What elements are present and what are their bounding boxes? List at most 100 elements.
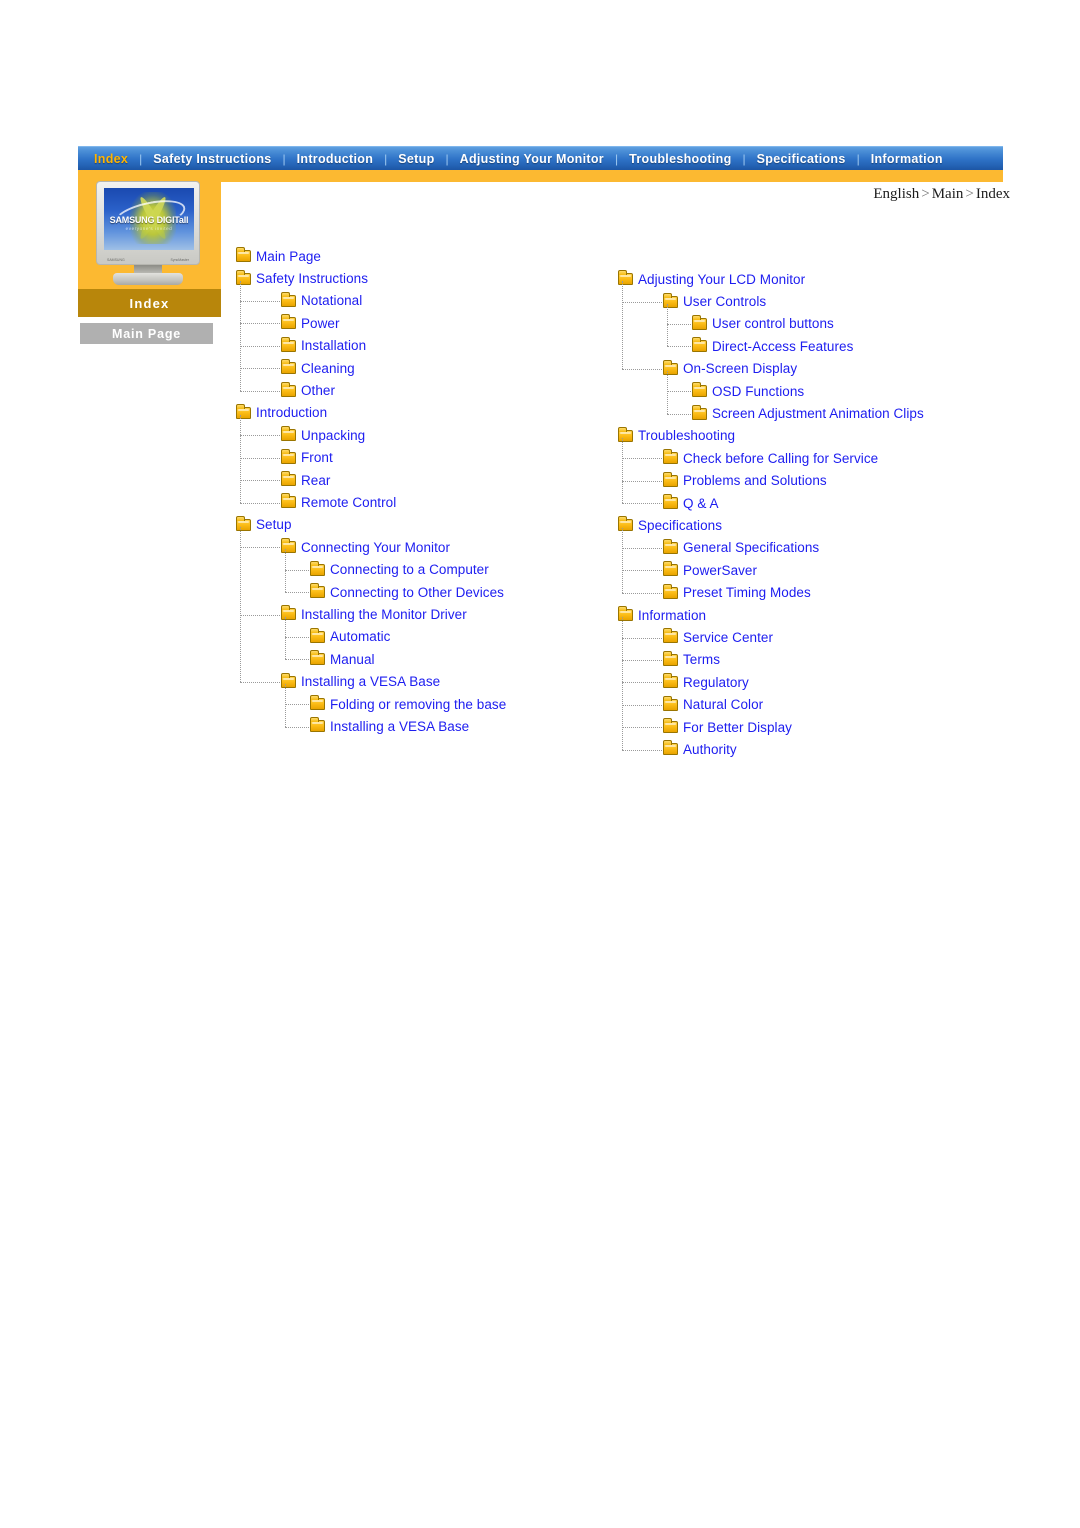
tree-item-label[interactable]: Terms [683, 652, 720, 667]
tree-item[interactable]: PowerSaver [618, 559, 1018, 581]
tree-item-label[interactable]: Power [301, 316, 340, 331]
main-page-button[interactable]: Main Page [80, 323, 213, 344]
tree-item[interactable]: General Specifications [618, 537, 1018, 559]
tree-item-label[interactable]: Safety Instructions [256, 271, 368, 286]
tree-item-label[interactable]: Installing a VESA Base [330, 719, 469, 734]
monitor-product-image: SAMSUNG DIGITall everyone's invited SAMS… [89, 181, 207, 289]
tree-item[interactable]: Troubleshooting [618, 425, 1018, 447]
tree-item-label[interactable]: Other [301, 383, 335, 398]
tree-item[interactable]: Check before Calling for Service [618, 447, 1018, 469]
tree-item[interactable]: Service Center [618, 626, 1018, 648]
tree-item-label[interactable]: Authority [683, 742, 737, 757]
tree-item-label[interactable]: Rear [301, 473, 330, 488]
tree-item[interactable]: Adjusting Your LCD Monitor [618, 268, 1018, 290]
tree-item[interactable]: Cleaning [236, 357, 616, 379]
tree-item-label[interactable]: Cleaning [301, 361, 355, 376]
nav-item-setup[interactable]: Setup [388, 148, 444, 170]
tree-item[interactable]: Other [236, 379, 616, 401]
nav-item-introduction[interactable]: Introduction [287, 148, 384, 170]
tree-item[interactable]: Regulatory [618, 671, 1018, 693]
tree-item-label[interactable]: Preset Timing Modes [683, 585, 811, 600]
tree-item[interactable]: Installing a VESA Base [236, 670, 616, 692]
tree-connector-horizontal [622, 301, 662, 303]
tree-item-label[interactable]: Notational [301, 293, 362, 308]
monitor-neck [134, 265, 162, 273]
tree-item-label[interactable]: User control buttons [712, 316, 834, 331]
tree-item-label[interactable]: Regulatory [683, 675, 749, 690]
tree-item[interactable]: Installation [236, 335, 616, 357]
tree-item[interactable]: Rear [236, 469, 616, 491]
tree-item-label[interactable]: Information [638, 608, 706, 623]
tree-item[interactable]: Main Page [236, 245, 616, 267]
tree-item[interactable]: Front [236, 447, 616, 469]
tree-item[interactable]: Power [236, 312, 616, 334]
tree-item-label[interactable]: Front [301, 450, 333, 465]
tree-item-label[interactable]: Screen Adjustment Animation Clips [712, 406, 924, 421]
folder-icon [281, 471, 296, 487]
tree-item-label[interactable]: Installing the Monitor Driver [301, 607, 467, 622]
tree-item-label[interactable]: OSD Functions [712, 384, 804, 399]
tree-item[interactable]: Information [618, 604, 1018, 626]
tree-item-label[interactable]: Service Center [683, 630, 773, 645]
tree-item[interactable]: Preset Timing Modes [618, 581, 1018, 603]
folder-icon [310, 560, 325, 576]
index-tree-left-column: Main Page Safety Instructions Notational Po… [236, 245, 616, 738]
tree-item[interactable]: Installing the Monitor Driver [236, 603, 616, 625]
tree-item-label[interactable]: Connecting to Other Devices [330, 585, 504, 600]
tree-item[interactable]: User Controls [618, 290, 1018, 312]
tree-item-label[interactable]: On-Screen Display [683, 361, 797, 376]
tree-item-label[interactable]: Adjusting Your LCD Monitor [638, 272, 805, 287]
tree-item-label[interactable]: User Controls [683, 294, 766, 309]
tree-item-label[interactable]: Check before Calling for Service [683, 451, 878, 466]
tree-item[interactable]: Q & A [618, 492, 1018, 514]
tree-item[interactable]: For Better Display [618, 716, 1018, 738]
tree-item-label[interactable]: Manual [330, 652, 375, 667]
tree-item-label[interactable]: Problems and Solutions [683, 473, 827, 488]
samsung-tagline-text: everyone's invited [125, 226, 173, 231]
tree-item-label[interactable]: For Better Display [683, 720, 792, 735]
samsung-logo-text: SAMSUNG DIGITall [109, 215, 189, 225]
folder-icon [663, 740, 678, 756]
tree-item-label[interactable]: Setup [256, 517, 292, 532]
tree-item-label[interactable]: Direct-Access Features [712, 339, 853, 354]
tree-item-label[interactable]: Troubleshooting [638, 428, 735, 443]
folder-icon [310, 627, 325, 643]
tree-item[interactable]: Authority [618, 738, 1018, 760]
tree-item-label[interactable]: Folding or removing the base [330, 697, 506, 712]
tree-item-label[interactable]: Connecting to a Computer [330, 562, 489, 577]
tree-item-label[interactable]: Introduction [256, 405, 327, 420]
tree-item-label[interactable]: Automatic [330, 629, 390, 644]
tree-item-label[interactable]: Installing a VESA Base [301, 674, 440, 689]
nav-item-index[interactable]: Index [84, 148, 138, 170]
tree-item-label[interactable]: Q & A [683, 496, 719, 511]
monitor-bezel: SAMSUNG DIGITall everyone's invited SAMS… [96, 181, 200, 265]
tree-item[interactable]: On-Screen Display [618, 358, 1018, 380]
tree-item[interactable]: Specifications [618, 514, 1018, 536]
nav-item-troubleshooting[interactable]: Troubleshooting [619, 148, 741, 170]
tree-item[interactable]: Terms [618, 649, 1018, 671]
folder-icon [663, 695, 678, 711]
tree-item-label[interactable]: Remote Control [301, 495, 396, 510]
tree-item[interactable]: Introduction [236, 402, 616, 424]
nav-item-information[interactable]: Information [861, 148, 953, 170]
tree-item[interactable]: Connecting Your Monitor [236, 536, 616, 558]
tree-item[interactable]: Natural Color [618, 693, 1018, 715]
tree-item-label[interactable]: Natural Color [683, 697, 763, 712]
tree-item[interactable]: Setup [236, 514, 616, 536]
tree-item-label[interactable]: Unpacking [301, 428, 365, 443]
nav-item-adjusting-your-monitor[interactable]: Adjusting Your Monitor [450, 148, 614, 170]
tree-item[interactable]: Unpacking [236, 424, 616, 446]
tree-item[interactable]: Safety Instructions [236, 267, 616, 289]
nav-item-specifications[interactable]: Specifications [747, 148, 856, 170]
nav-item-safety-instructions[interactable]: Safety Instructions [143, 148, 281, 170]
tree-item-label[interactable]: Connecting Your Monitor [301, 540, 450, 555]
tree-connector-horizontal [667, 346, 691, 348]
tree-item[interactable]: Problems and Solutions [618, 470, 1018, 492]
tree-item-label[interactable]: General Specifications [683, 540, 819, 555]
tree-item-label[interactable]: Main Page [256, 249, 321, 264]
tree-item[interactable]: Notational [236, 290, 616, 312]
tree-item-label[interactable]: Specifications [638, 518, 722, 533]
tree-item-label[interactable]: PowerSaver [683, 563, 757, 578]
tree-item[interactable]: Remote Control [236, 491, 616, 513]
tree-item-label[interactable]: Installation [301, 338, 366, 353]
